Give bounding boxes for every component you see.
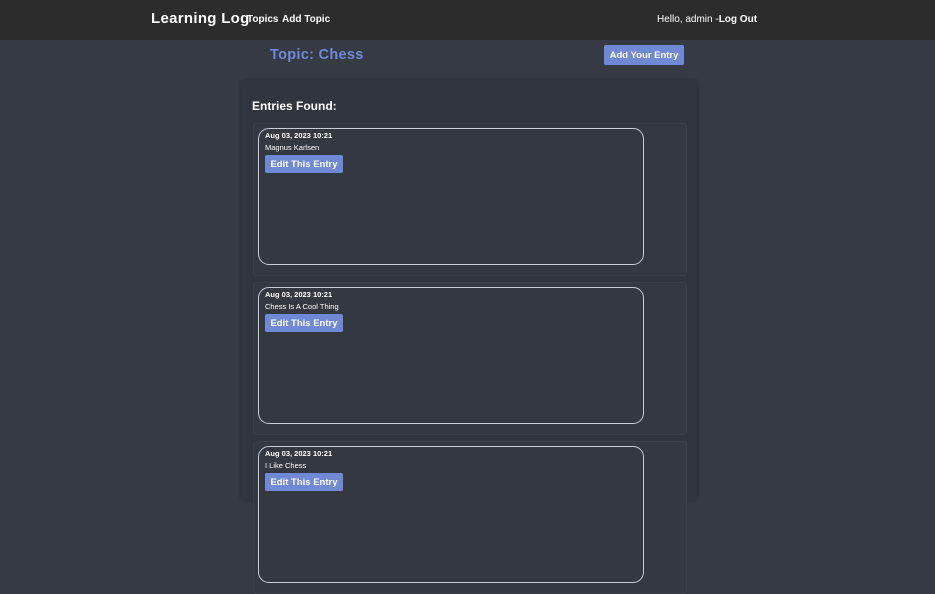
navbar: Learning Log Topics Add Topic Hello, adm… bbox=[0, 0, 935, 40]
user-greeting: Hello, admin -Log Out bbox=[657, 14, 757, 25]
page-title: Topic: Chess bbox=[270, 47, 364, 63]
entry-date: Aug 03, 2023 10:21 bbox=[265, 290, 333, 299]
entry-text: Magnus Karlsen bbox=[265, 143, 320, 152]
entry-text: Chess Is A Cool Thing bbox=[265, 302, 339, 311]
greeting-text: Hello, admin - bbox=[657, 14, 719, 25]
entry-card: Aug 03, 2023 10:21 Magnus Karlsen Edit T… bbox=[253, 123, 687, 276]
entry-body: Aug 03, 2023 10:21 I Like Chess Edit Thi… bbox=[258, 446, 644, 583]
edit-entry-button[interactable]: Edit This Entry bbox=[265, 473, 343, 491]
edit-entry-button[interactable]: Edit This Entry bbox=[265, 155, 343, 173]
entries-panel: Entries Found: Aug 03, 2023 10:21 Magnus… bbox=[241, 80, 697, 594]
entry-date: Aug 03, 2023 10:21 bbox=[265, 449, 333, 458]
entry-card: Aug 03, 2023 10:21 Chess Is A Cool Thing… bbox=[253, 282, 687, 435]
brand-link[interactable]: Learning Log bbox=[151, 10, 250, 27]
entry-date: Aug 03, 2023 10:21 bbox=[265, 131, 333, 140]
entry-text: I Like Chess bbox=[265, 461, 307, 470]
add-entry-button[interactable]: Add Your Entry bbox=[604, 45, 684, 65]
nav-link-add-topic[interactable]: Add Topic bbox=[282, 14, 330, 25]
entry-card: Aug 03, 2023 10:21 I Like Chess Edit Thi… bbox=[253, 441, 687, 594]
entry-body: Aug 03, 2023 10:21 Chess Is A Cool Thing… bbox=[258, 287, 644, 424]
entries-heading: Entries Found: bbox=[252, 99, 337, 113]
logout-link[interactable]: Log Out bbox=[719, 14, 757, 25]
entry-body: Aug 03, 2023 10:21 Magnus Karlsen Edit T… bbox=[258, 128, 644, 265]
nav-link-topics[interactable]: Topics bbox=[247, 14, 278, 25]
edit-entry-button[interactable]: Edit This Entry bbox=[265, 314, 343, 332]
